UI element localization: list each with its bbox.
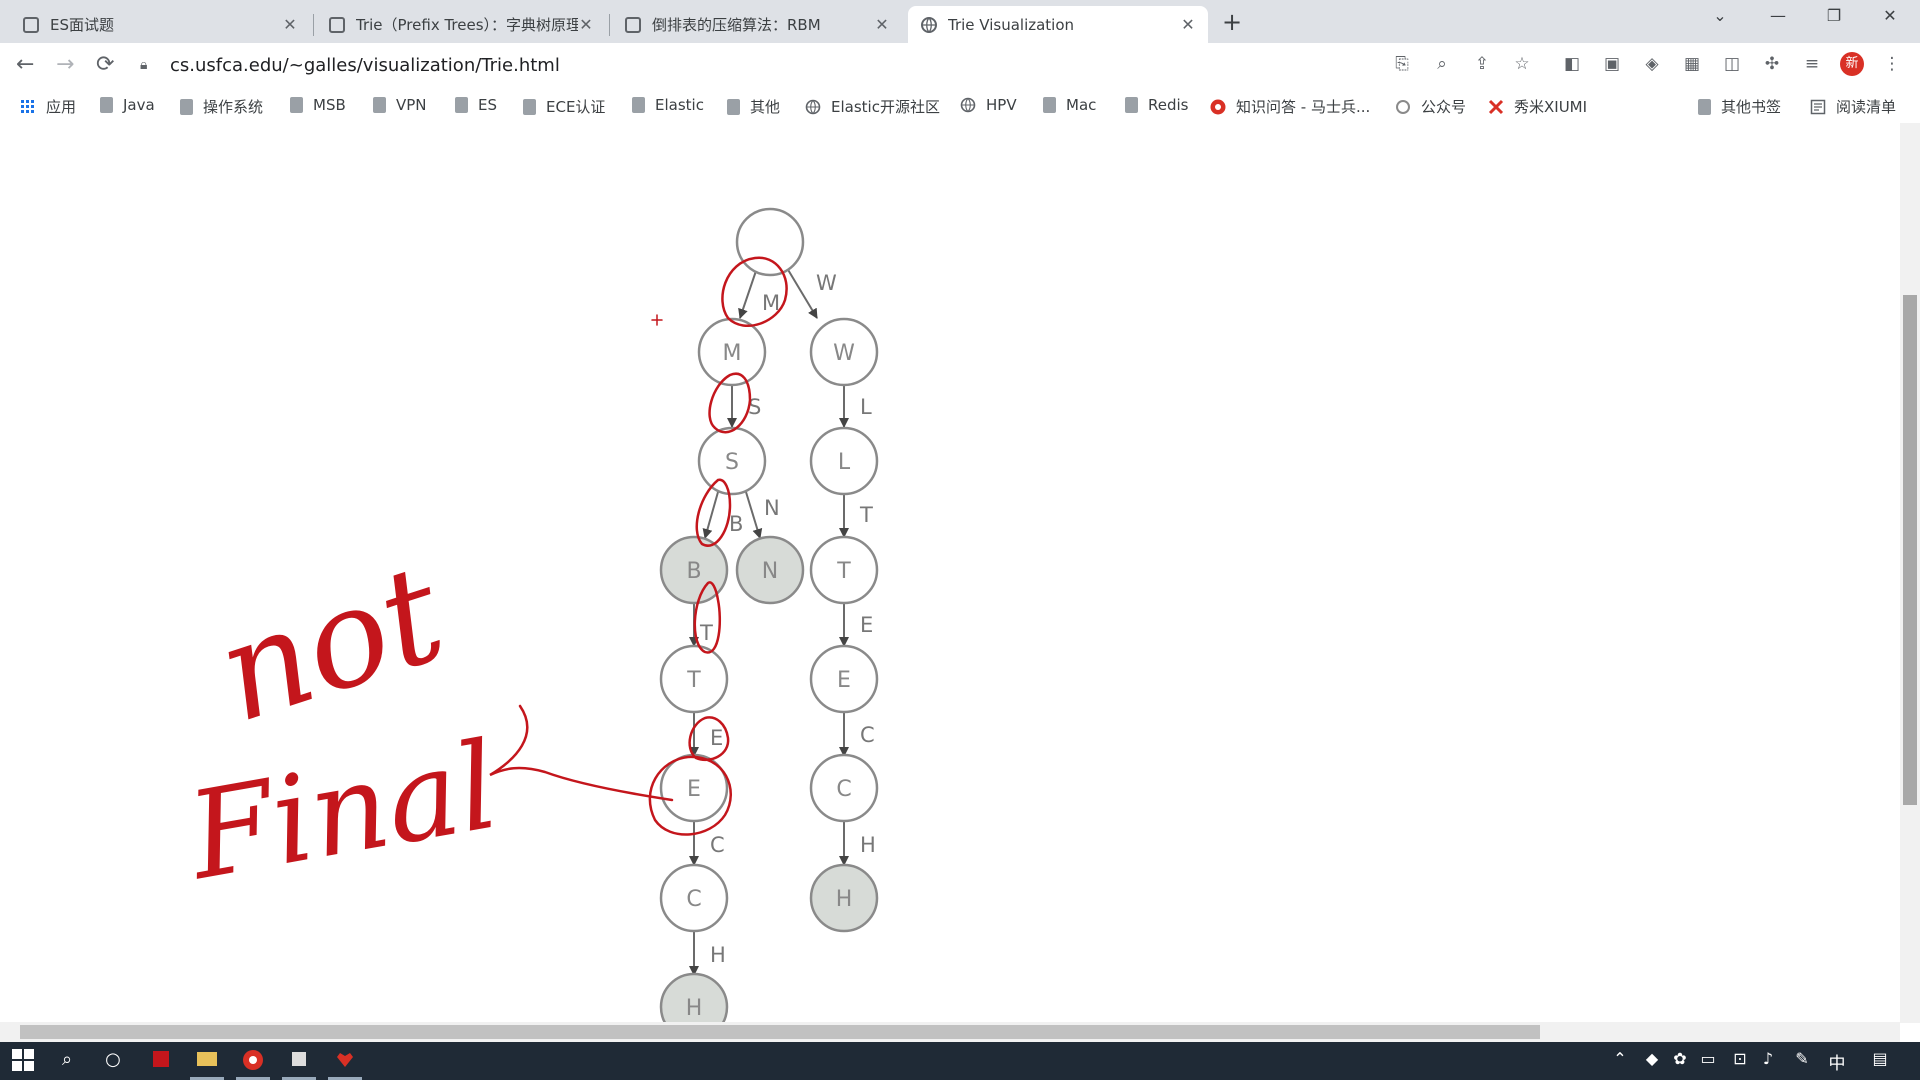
node-label: T — [686, 668, 701, 693]
tray-app-icon[interactable]: ◆ — [1640, 1049, 1664, 1073]
node-label: M — [723, 341, 742, 366]
node-label: N — [762, 559, 778, 584]
edge-label: N — [764, 496, 780, 520]
network-icon[interactable]: ⊡ — [1728, 1049, 1752, 1073]
node-label: E — [837, 668, 851, 693]
node-label: H — [836, 887, 853, 912]
trie-node-root — [735, 207, 805, 277]
edge-root-m — [738, 264, 759, 319]
edge-label: H — [860, 833, 876, 857]
node-label: C — [686, 887, 701, 912]
edge-label: W — [816, 271, 837, 295]
edge-label: C — [710, 833, 725, 857]
edge-label: C — [860, 723, 875, 747]
annotation-not: not — [201, 534, 462, 752]
notification-icon[interactable]: ▤ — [1866, 1049, 1894, 1073]
annotation-cross — [651, 314, 663, 326]
vertical-scroll-thumb[interactable] — [1903, 295, 1917, 805]
node-label: H — [686, 996, 703, 1021]
node-label: W — [833, 341, 855, 366]
edge-s-b — [702, 491, 719, 539]
input-language[interactable]: 中 — [1824, 1049, 1850, 1074]
horizontal-scroll-thumb[interactable] — [20, 1025, 1540, 1039]
node-label: S — [725, 450, 739, 475]
chrome-icon[interactable] — [238, 1049, 268, 1073]
edge-label: T — [859, 503, 873, 527]
edge-label: B — [729, 512, 743, 536]
trie-canvas: M W S B N T E C H L T E C H M S B N T E … — [178, 207, 879, 1042]
tray-app-icon[interactable]: ✿ — [1668, 1049, 1692, 1073]
pen-icon[interactable]: ✎ — [1790, 1049, 1814, 1073]
app-icon[interactable] — [146, 1049, 176, 1073]
node-label: E — [687, 777, 701, 802]
node-label: C — [836, 777, 851, 802]
edge-label: T — [699, 621, 713, 645]
app-icon[interactable] — [284, 1049, 314, 1073]
edge-label: E — [860, 613, 873, 637]
edge-label: L — [860, 395, 872, 419]
edge-s-n — [745, 491, 763, 539]
edge-label: H — [710, 943, 726, 967]
tray-display-icon[interactable]: ▭ — [1696, 1049, 1720, 1073]
edge-root-w — [786, 267, 818, 319]
search-icon[interactable]: ⌕ — [52, 1049, 82, 1073]
annotation-final: Final — [178, 717, 508, 908]
file-explorer-icon[interactable] — [192, 1049, 222, 1073]
edge-label: E — [710, 726, 723, 750]
volume-icon[interactable]: ♪ — [1756, 1049, 1780, 1073]
tray-chevron-icon[interactable]: ⌃ — [1608, 1049, 1632, 1073]
annotation-handwriting: not Final — [178, 534, 508, 907]
node-label: L — [838, 450, 851, 475]
annotation-arrow — [489, 704, 674, 802]
node-label: B — [686, 559, 701, 584]
app-icon[interactable] — [330, 1049, 360, 1073]
windows-start-icon[interactable] — [8, 1049, 38, 1073]
task-view-icon[interactable]: ○ — [98, 1049, 128, 1073]
node-label: T — [836, 559, 851, 584]
